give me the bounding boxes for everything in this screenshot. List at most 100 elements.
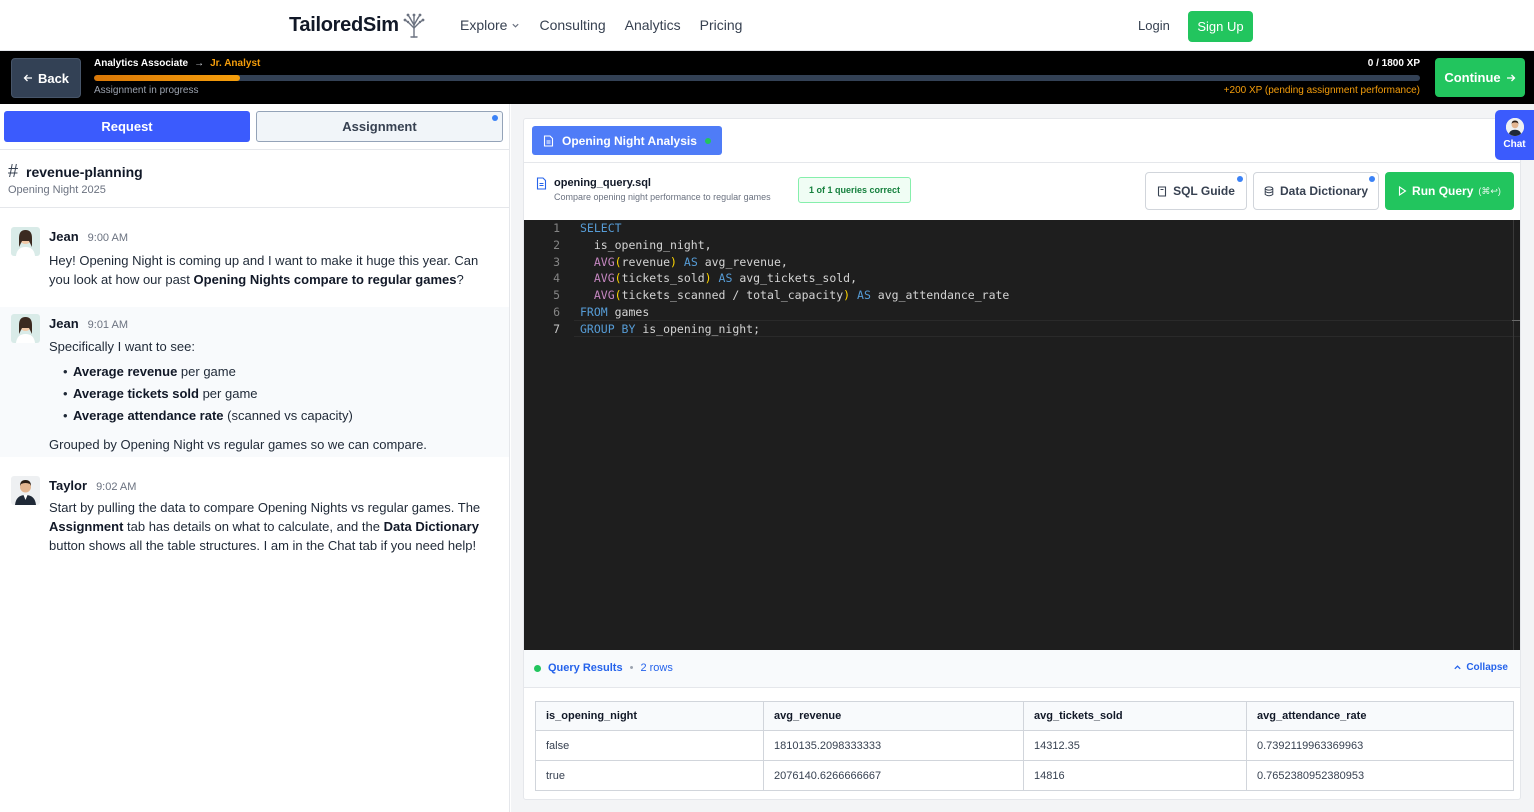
tab-assignment-label: Assignment xyxy=(342,119,417,134)
code-line: FROM games xyxy=(580,305,650,319)
status-dot xyxy=(534,664,541,672)
brand-name: TailoredSim xyxy=(289,13,399,36)
hash-icon: # xyxy=(8,161,19,181)
data-dictionary-button[interactable]: Data Dictionary xyxy=(1253,172,1379,210)
message-text: Grouped by Opening Night vs regular game… xyxy=(49,437,427,452)
message-time: 9:02 AM xyxy=(96,481,137,493)
request-panel: Request Assignment # revenue-planning Op… xyxy=(0,104,510,812)
sql-guide-button[interactable]: SQL Guide xyxy=(1145,172,1247,210)
notification-dot xyxy=(1369,176,1375,182)
back-button[interactable]: Back xyxy=(11,58,81,98)
table-cell: true xyxy=(535,760,764,791)
column-header[interactable]: avg_revenue xyxy=(763,701,1024,731)
tab-request[interactable]: Request xyxy=(4,111,250,142)
column-header[interactable]: is_opening_night xyxy=(535,701,764,731)
signup-button[interactable]: Sign Up xyxy=(1188,11,1253,42)
message-time: 9:01 AM xyxy=(87,319,128,331)
assignment-status: Assignment in progress xyxy=(94,85,199,96)
chat-message: Jean 9:00 AM Hey! Opening Night is comin… xyxy=(0,209,509,307)
nav-consulting[interactable]: Consulting xyxy=(539,17,605,33)
run-query-button[interactable]: Run Query (⌘↩) xyxy=(1385,172,1514,210)
tab-assignment[interactable]: Assignment xyxy=(256,111,503,142)
notification-dot xyxy=(492,115,498,121)
nav-explore-label: Explore xyxy=(460,17,508,33)
pending-xp: +200 XP (pending assignment performance) xyxy=(1223,85,1420,96)
collapse-label: Collapse xyxy=(1466,662,1508,673)
arrow-right-icon xyxy=(1506,74,1516,81)
continue-button[interactable]: Continue xyxy=(1435,58,1525,97)
divider xyxy=(524,162,1520,163)
database-icon xyxy=(1264,185,1274,196)
current-role: Analytics Associate xyxy=(94,58,189,69)
chat-button[interactable]: Chat xyxy=(1495,110,1534,160)
message-text: button shows all the table structures. I… xyxy=(49,538,477,553)
data-dictionary-label: Data Dictionary xyxy=(1279,184,1369,198)
query-results-header: Query Results • 2 rows Collapse xyxy=(524,650,1520,688)
table-cell: false xyxy=(535,730,764,761)
channel-subtitle: Opening Night 2025 xyxy=(8,184,106,196)
play-icon xyxy=(1398,186,1407,196)
list-item: Average tickets sold per game xyxy=(61,383,499,405)
nav-pricing[interactable]: Pricing xyxy=(700,17,743,33)
rank-arrow: → xyxy=(194,58,205,69)
channel-name: revenue-planning xyxy=(26,163,143,180)
code-line: is_opening_night, xyxy=(580,238,712,252)
rank-progression: Analytics Associate → Jr. Analyst xyxy=(94,58,260,69)
bullet-bold: Average revenue xyxy=(73,364,178,379)
chat-label: Chat xyxy=(1503,139,1526,150)
table-cell: 0.7652380952380953 xyxy=(1246,760,1514,791)
sender-name: Jean xyxy=(49,316,79,331)
query-card: Opening Night Analysis opening_query.sql… xyxy=(523,118,1521,800)
message-text: tab has details on what to calculate, an… xyxy=(123,519,384,534)
scroll-ruler xyxy=(1513,220,1514,650)
bullet-bold: Average attendance rate xyxy=(73,408,224,423)
code-line: AVG(revenue) AS avg_revenue, xyxy=(593,255,788,269)
column-header[interactable]: avg_tickets_sold xyxy=(1023,701,1247,731)
brand-logo[interactable]: TailoredSim xyxy=(289,12,427,38)
message-body: Hey! Opening Night is coming up and I wa… xyxy=(49,251,499,289)
line-number: 2 xyxy=(553,238,560,252)
bullet-text: (scanned vs capacity) xyxy=(223,408,353,423)
sender-name: Jean xyxy=(49,229,79,244)
workspace-panel: Opening Night Analysis opening_query.sql… xyxy=(511,104,1534,812)
separator: • xyxy=(629,662,634,674)
doc-tab-label: Opening Night Analysis xyxy=(562,133,697,148)
bullet-text: per game xyxy=(177,364,236,379)
avatar-jean xyxy=(11,314,40,343)
login-link[interactable]: Login xyxy=(1138,18,1170,33)
avatar-jean xyxy=(11,227,40,256)
line-number: 6 xyxy=(553,305,560,319)
line-number: 4 xyxy=(553,271,560,285)
table-cell: 14816 xyxy=(1023,760,1247,791)
table-cell: 1810135.2098333333 xyxy=(763,730,1024,761)
tree-logo-icon xyxy=(403,13,425,38)
sql-editor[interactable]: 1 2 3 4 5 6 7 SELECT is_opening_night, A… xyxy=(524,220,1520,650)
message-text: ? xyxy=(456,272,464,287)
tab-opening-night-analysis[interactable]: Opening Night Analysis xyxy=(532,126,722,155)
chat-message: Jean 9:01 AM Specifically I want to see:… xyxy=(0,307,509,457)
line-number: 1 xyxy=(553,221,560,235)
results-title: Query Results xyxy=(548,662,623,674)
message-bold: Assignment xyxy=(49,519,124,534)
collapse-button[interactable]: Collapse xyxy=(1453,662,1508,673)
file-description: Compare opening night performance to reg… xyxy=(554,192,771,202)
back-label: Back xyxy=(37,70,70,86)
chevron-up-icon xyxy=(1454,665,1461,670)
line-number: 5 xyxy=(553,288,560,302)
table-cell: 14312.35 xyxy=(1023,730,1247,761)
xp-progress-track xyxy=(94,75,1420,81)
xp-count: 0 / 1800 XP xyxy=(1367,58,1420,69)
nav-explore[interactable]: Explore xyxy=(460,17,520,33)
arrow-left-icon xyxy=(23,74,32,82)
nav-analytics[interactable]: Analytics xyxy=(625,17,681,33)
table-row: true 2076140.6266666667 14816 0.76523809… xyxy=(535,760,1514,791)
notification-dot xyxy=(1237,176,1243,182)
scroll-marker xyxy=(1512,320,1520,321)
status-badge: 1 of 1 queries correct xyxy=(798,177,912,203)
file-icon xyxy=(536,177,547,190)
next-role: Jr. Analyst xyxy=(210,58,261,69)
file-name: opening_query.sql xyxy=(554,177,651,189)
message-text: Specifically I want to see: xyxy=(49,339,195,354)
code-line: SELECT xyxy=(580,221,622,235)
column-header[interactable]: avg_attendance_rate xyxy=(1246,701,1514,731)
